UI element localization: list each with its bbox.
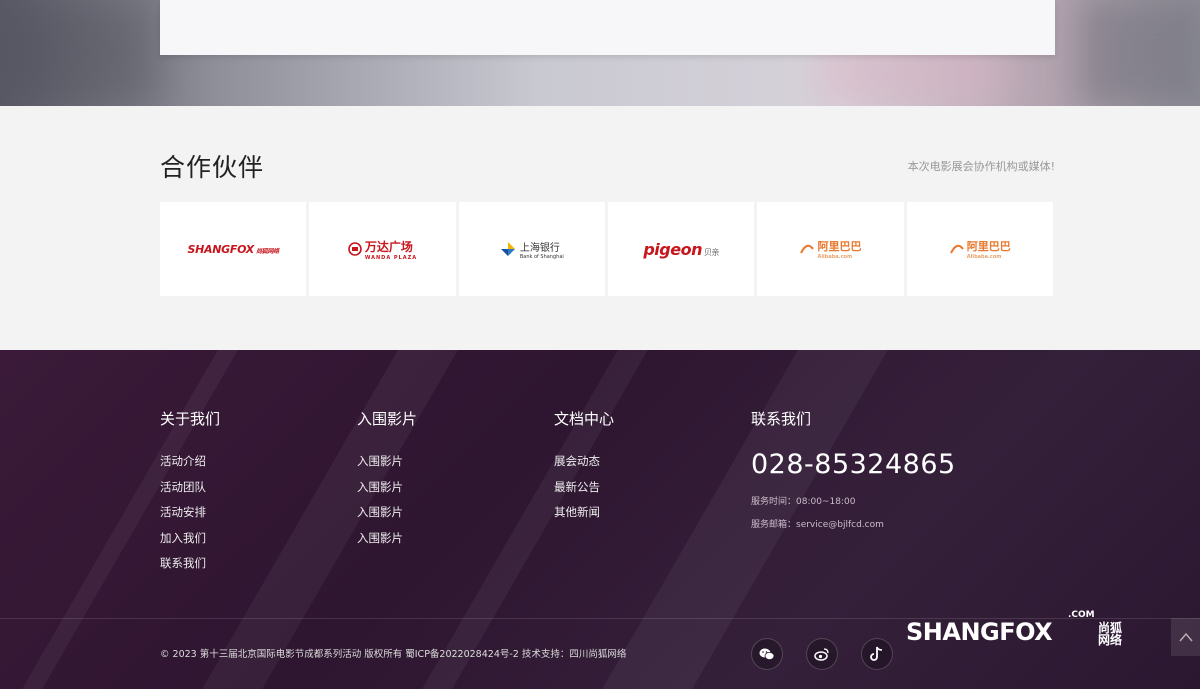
wechat-icon (759, 648, 775, 660)
footer-link[interactable]: 展会动态 (554, 453, 614, 479)
back-to-top-button[interactable] (1171, 618, 1200, 656)
footer-col-docs: 文档中心 展会动态 最新公告 其他新闻 (554, 408, 614, 530)
partner-logo-bank-of-shanghai[interactable]: 上海银行 Bank of Shanghai (458, 202, 605, 296)
partner-logo-alibaba-2[interactable]: 阿里巴巴 Alibaba.com (906, 202, 1053, 296)
footer-col-about: 关于我们 活动介绍 活动团队 活动安排 加入我们 联系我们 (160, 408, 220, 581)
footer-col-title: 联系我们 (751, 410, 812, 428)
site-footer: 关于我们 活动介绍 活动团队 活动安排 加入我们 联系我们 入围影片 入围影片 … (0, 350, 1200, 689)
partner-logo-pigeon[interactable]: pigeon 贝亲 (607, 202, 755, 296)
partners-section: 合作伙伴 本次电影展会协作机构或媒体! SHANGFOX 尚狐网络 万达广场 WAN… (0, 106, 1200, 350)
footer-link[interactable]: 入围影片 (357, 504, 417, 530)
footer-link[interactable]: 加入我们 (160, 530, 220, 556)
footer-col-contact: 联系我们 028-85324865 服务时间：08:00~18:00 服务邮箱：… (751, 408, 956, 532)
copyright-text: © 2023 第十三届北京国际电影节成都系列活动 版权所有 蜀ICP备20220… (160, 649, 627, 660)
weibo-button[interactable] (806, 638, 838, 670)
footer-col-title: 入围影片 (357, 410, 418, 428)
partner-logo-alibaba-1[interactable]: 阿里巴巴 Alibaba.com (757, 202, 904, 296)
footer-link[interactable]: 最新公告 (554, 479, 614, 505)
partners-subtitle: 本次电影展会协作机构或媒体! (907, 160, 1055, 173)
footer-link[interactable]: 活动介绍 (160, 453, 220, 479)
footer-link[interactable]: 联系我们 (160, 555, 220, 581)
partner-logo-wanda[interactable]: 万达广场 WANDA PLAZA (309, 202, 456, 296)
footer-col-films: 入围影片 入围影片 入围影片 入围影片 入围影片 (357, 408, 417, 555)
alibaba-logo-icon (949, 244, 964, 254)
footer-link[interactable]: 其他新闻 (554, 504, 614, 530)
weibo-icon (814, 648, 829, 661)
tiktok-button[interactable] (861, 638, 893, 670)
footer-col-title: 关于我们 (160, 410, 221, 428)
bank-of-shanghai-logo-icon (500, 242, 515, 256)
service-hours: 服务时间：08:00~18:00 (751, 497, 856, 507)
hero-content-card (160, 0, 1055, 55)
partners-title: 合作伙伴 (160, 153, 265, 182)
footer-link[interactable]: 入围影片 (357, 530, 417, 556)
footer-link[interactable]: 入围影片 (357, 453, 417, 479)
footer-link[interactable]: 活动安排 (160, 504, 220, 530)
alibaba-logo-icon (800, 244, 815, 254)
service-email[interactable]: 服务邮箱：service@bjlfcd.com (751, 517, 956, 532)
footer-col-title: 文档中心 (554, 410, 615, 428)
partner-logo-shangfox[interactable]: SHANGFOX 尚狐网络 (160, 202, 307, 296)
footer-link[interactable]: 入围影片 (357, 479, 417, 505)
wanda-logo-icon (348, 242, 362, 256)
chevron-up-icon (1178, 632, 1193, 642)
wechat-button[interactable] (751, 638, 783, 670)
shangfox-brand-logo: .COM SHANGFOX 尚狐网络 (906, 610, 1123, 647)
contact-phone[interactable]: 028-85324865 (751, 449, 956, 480)
hero-banner (0, 0, 1200, 106)
footer-link[interactable]: 活动团队 (160, 479, 220, 505)
partner-logo-row: SHANGFOX 尚狐网络 万达广场 WANDA PLAZA 上海银行 Bank of… (160, 202, 1053, 296)
tiktok-icon (870, 646, 883, 661)
